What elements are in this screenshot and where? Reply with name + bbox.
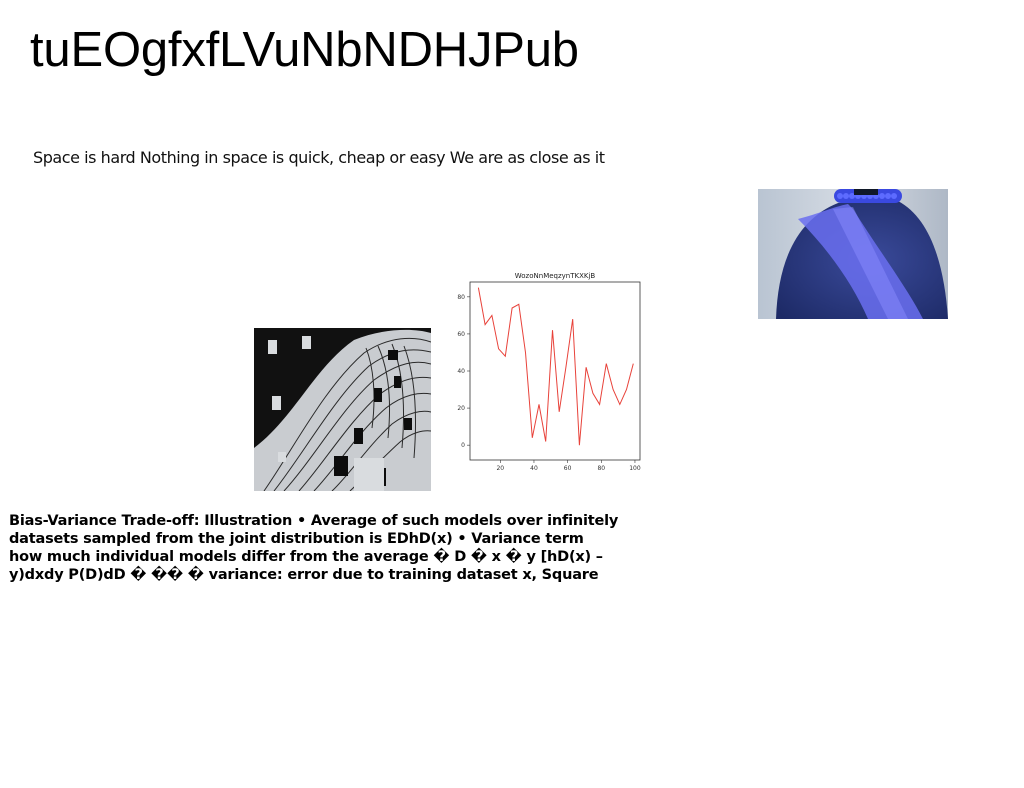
chart-title: WozoNnMeqzynTKXKjB xyxy=(515,272,596,280)
x-tick-label: 80 xyxy=(597,465,605,472)
line-art-image xyxy=(254,328,431,491)
body-paragraph: Bias-Variance Trade-off: Illustration • … xyxy=(9,512,659,584)
page-title: tuEOgfxfLVuNbNDHJPub xyxy=(30,23,579,77)
y-tick-label: 20 xyxy=(457,405,465,412)
body-line: datasets sampled from the joint distribu… xyxy=(9,531,584,547)
page-subtitle: Space is hard Nothing in space is quick,… xyxy=(33,148,605,167)
back-photo-image xyxy=(758,189,948,319)
y-tick-label: 80 xyxy=(457,294,465,301)
body-line: y)dxdy P(D)dD � �� � variance: error due… xyxy=(9,567,599,583)
x-tick-label: 40 xyxy=(530,465,538,472)
chart-plot-area xyxy=(469,281,641,461)
body-line: how much individual models differ from t… xyxy=(9,549,603,565)
y-tick-label: 60 xyxy=(457,331,465,338)
line-chart: WozoNnMeqzynTKXKjB 20 40 60 80 100 0 20 40 60 80 xyxy=(457,272,641,472)
x-tick-label: 100 xyxy=(629,465,641,472)
x-tick-label: 60 xyxy=(564,465,572,472)
y-tick-label: 0 xyxy=(461,442,465,449)
body-line: Bias-Variance Trade-off: Illustration • … xyxy=(9,513,619,529)
y-tick-label: 40 xyxy=(457,368,465,375)
x-tick-label: 20 xyxy=(496,465,504,472)
